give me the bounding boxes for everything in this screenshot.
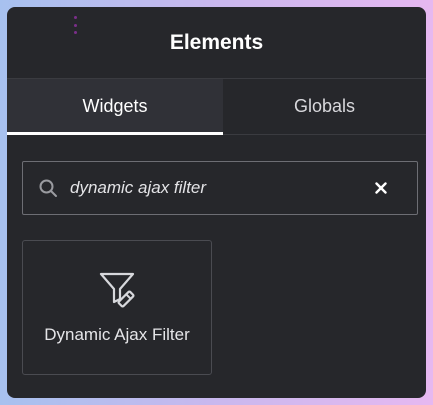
panel-title: Elements	[169, 30, 264, 54]
tab-globals[interactable]: Globals	[223, 79, 426, 134]
widget-label: Dynamic Ajax Filter	[44, 325, 190, 344]
tab-widgets[interactable]: Widgets	[7, 79, 223, 135]
tab-bar: Widgets Globals	[7, 79, 426, 135]
filter-edit-icon	[99, 272, 135, 308]
clear-search-button[interactable]	[371, 178, 391, 198]
elements-panel: Elements Widgets Globals Dynamic Ajax Fi…	[7, 7, 426, 398]
panel-header: Elements	[7, 7, 426, 79]
search-icon	[39, 179, 57, 197]
search-box	[22, 161, 418, 215]
search-input[interactable]	[70, 162, 371, 214]
widget-card-dynamic-ajax-filter[interactable]: Dynamic Ajax Filter	[22, 240, 212, 375]
close-icon	[375, 182, 387, 194]
